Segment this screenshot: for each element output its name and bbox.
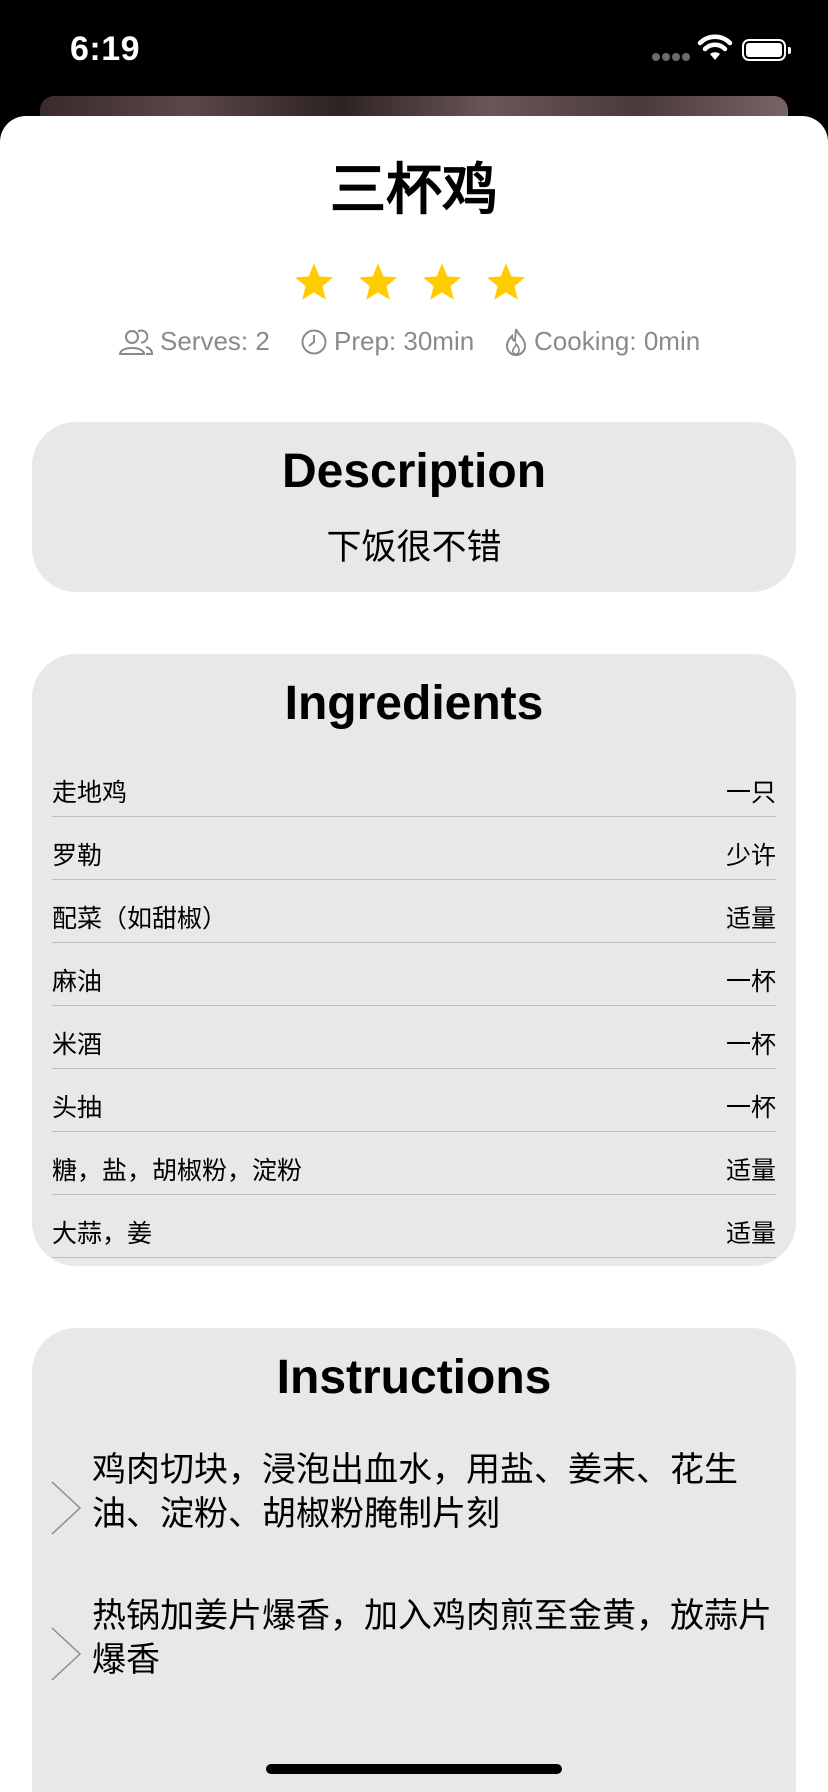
list-item: 麻油 一杯 [52,943,776,1006]
star-icon [422,263,462,300]
ingredients-list: 走地鸡 一只 罗勒 少许 配菜（如甜椒） 适量 麻油 一杯 米酒 一杯 头抽 一… [52,754,776,1258]
description-card: Description 下饭很不错 [32,422,796,592]
ingredient-qty: 适量 [725,904,776,933]
recipe-title: 三杯鸡 [330,158,498,223]
list-item: 配菜（如甜椒） 适量 [52,880,776,943]
status-time: 6:19 [70,30,141,68]
battery-icon [742,39,791,61]
ingredient-qty: 适量 [725,1219,776,1248]
ingredient-name: 配菜（如甜椒） [52,904,228,933]
list-item: 走地鸡 一只 [52,754,776,817]
instructions-card: Instructions 鸡肉切块，浸泡出血水，用盐、姜末、花生油、淀粉、胡椒粉… [32,1328,796,1792]
ingredient-name: 米酒 [52,1030,103,1059]
prep-label: Prep: 30min [334,326,475,356]
instruction-step[interactable]: 热锅加姜片爆香，加入鸡肉煎至金黄，放蒜片爆香 [32,1594,796,1740]
ingredient-qty: 一杯 [725,967,776,996]
ingredient-qty: 一杯 [725,1093,776,1122]
rating-stars [292,262,536,306]
ingredient-name: 罗勒 [52,841,103,870]
serves-info: Serves: 2 [118,326,270,357]
ingredient-qty: 一杯 [725,1030,776,1059]
star-icon [294,263,334,300]
ingredient-name: 麻油 [52,967,103,996]
people-icon [118,329,154,355]
instruction-step[interactable]: 鸡肉切块，浸泡出血水，用盐、姜末、花生油、淀粉、胡椒粉腌制片刻 [32,1448,796,1594]
description-heading: Description [281,445,547,498]
cooking-label: Cooking: 0min [534,326,701,356]
prep-info: Prep: 30min [300,326,474,357]
status-bar: 6:19 [0,0,828,100]
chevron-right-icon [51,1481,82,1535]
list-item: 糖，盐，胡椒粉，淀粉 适量 [52,1132,776,1195]
list-item: 罗勒 少许 [52,817,776,880]
ingredient-name: 糖，盐，胡椒粉，淀粉 [52,1156,303,1185]
list-item: 米酒 一杯 [52,1006,776,1069]
wifi-icon [697,34,733,60]
serves-label: Serves: 2 [160,326,270,356]
ingredients-heading: Ingredients [284,677,544,730]
flame-icon [505,328,527,356]
ingredient-name: 大蒜，姜 [52,1219,153,1248]
list-item: 大蒜，姜 适量 [52,1195,776,1258]
star-icon [358,263,398,300]
clock-icon [301,329,327,354]
recipe-detail-sheet: 三杯鸡 Serves: 2 Prep: 30min Cooking: 0min … [0,116,828,1792]
ingredient-name: 头抽 [52,1093,103,1122]
list-item: 头抽 一杯 [52,1069,776,1132]
ingredients-card: Ingredients 走地鸡 一只 罗勒 少许 配菜（如甜椒） 适量 麻油 一… [32,654,796,1266]
ingredient-qty: 少许 [725,841,776,870]
instructions-list: 鸡肉切块，浸泡出血水，用盐、姜末、花生油、淀粉、胡椒粉腌制片刻 热锅加姜片爆香，… [32,1448,796,1740]
chevron-right-icon [51,1627,82,1681]
instruction-text: 热锅加姜片爆香，加入鸡肉煎至金黄，放蒜片爆香 [92,1596,772,1680]
recipe-meta: Serves: 2 Prep: 30min Cooking: 0min [118,326,718,362]
ingredient-name: 走地鸡 [52,778,128,807]
ingredient-qty: 适量 [725,1156,776,1185]
instruction-text: 鸡肉切块，浸泡出血水，用盐、姜末、花生油、淀粉、胡椒粉腌制片刻 [92,1450,738,1534]
cellular-signal-icon [652,53,690,63]
cooking-info: Cooking: 0min [504,326,700,357]
description-text: 下饭很不错 [326,528,502,568]
star-icon [486,263,526,300]
instructions-heading: Instructions [276,1351,552,1404]
home-indicator[interactable] [266,1764,562,1774]
ingredient-qty: 一只 [725,778,776,807]
